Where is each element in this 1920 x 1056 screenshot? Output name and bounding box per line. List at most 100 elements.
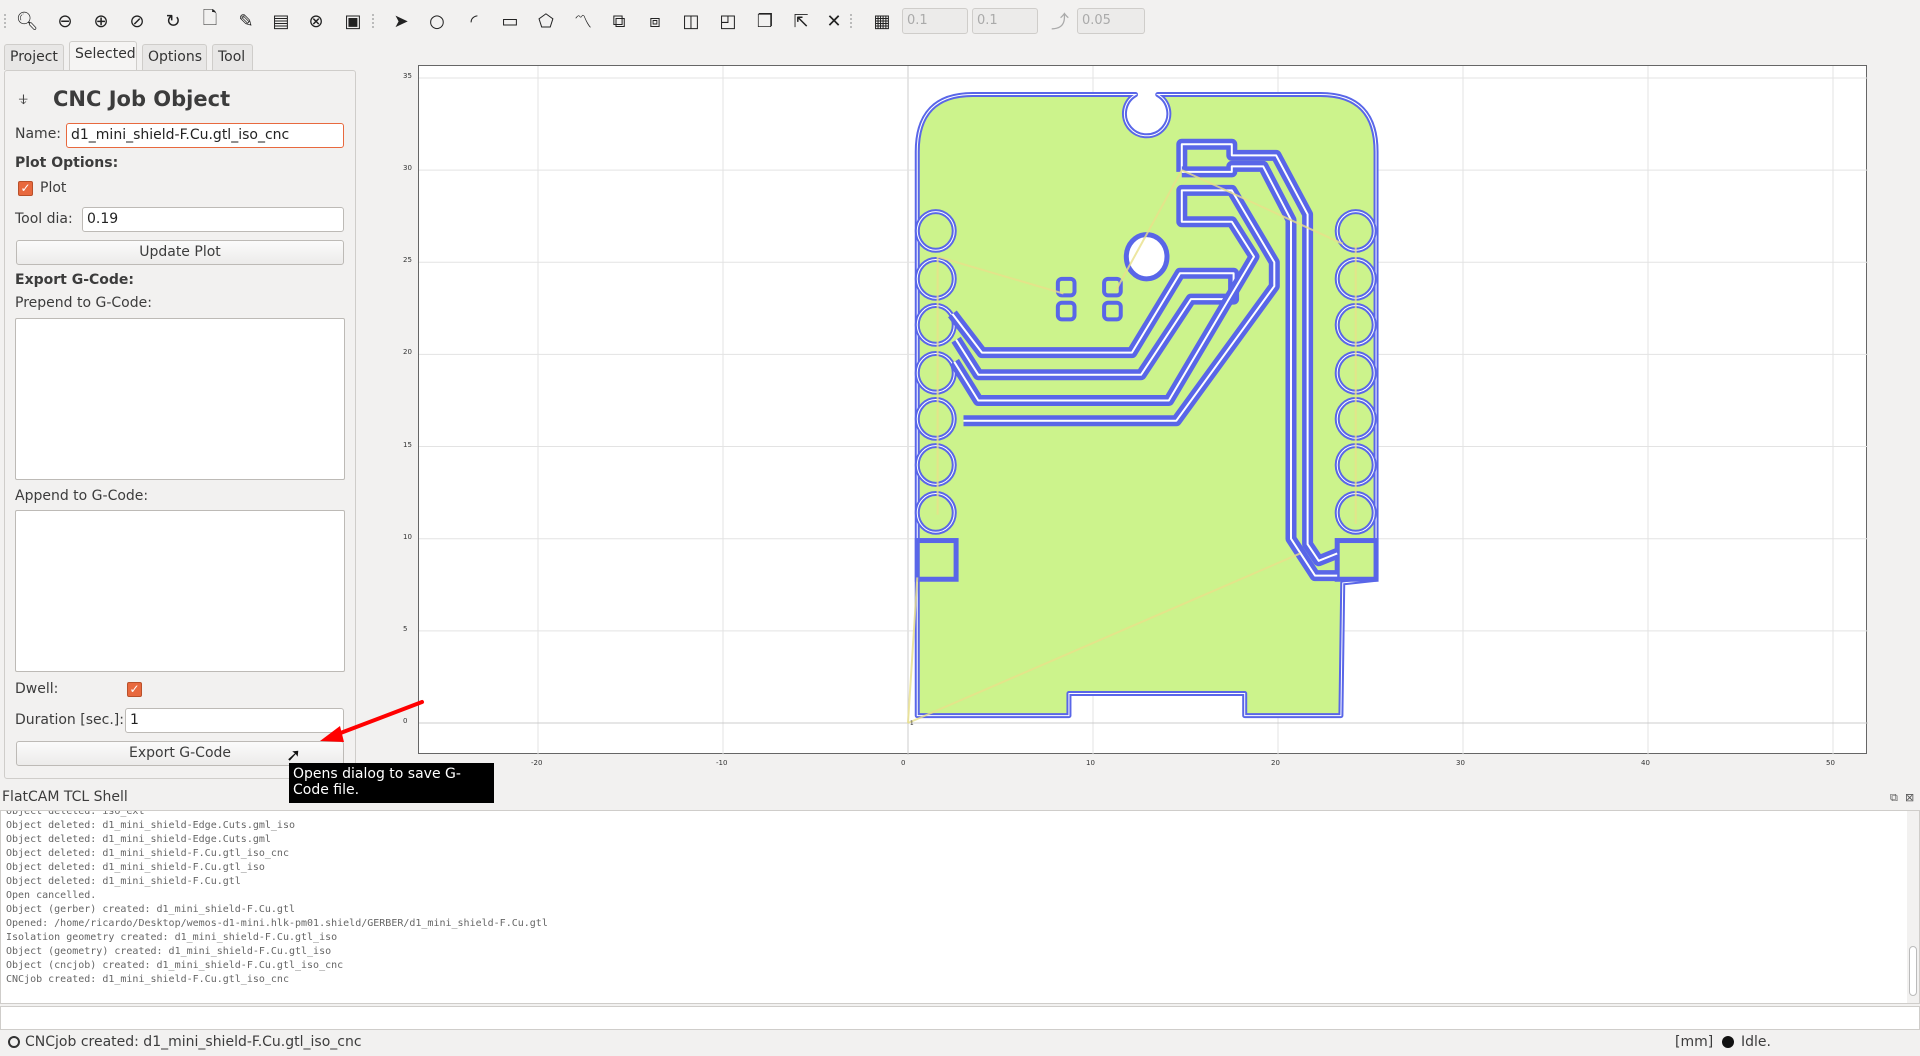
shell-line: Open cancelled.: [6, 890, 97, 901]
duration-label: Duration [sec.]:: [15, 712, 124, 728]
y-tick-label: 35: [403, 71, 412, 80]
x-tick-label: 40: [1641, 759, 1650, 767]
new-geometry-icon[interactable]: 🗋: [197, 8, 223, 34]
shell-line: CNCjob created: d1_mini_shield-F.Cu.gtl_…: [6, 974, 289, 985]
grid-x-input[interactable]: 0.1: [902, 8, 968, 34]
shell-line: Object deleted: d1_mini_shield-Edge.Cuts…: [6, 820, 295, 831]
zoom-out-icon[interactable]: ⊖: [52, 8, 78, 34]
cnc-drill-icon: ⍖: [17, 87, 31, 112]
origin-point-label: 1: [910, 720, 914, 727]
prepend-textarea[interactable]: [15, 318, 345, 480]
tab-project[interactable]: Project: [4, 44, 64, 70]
copy-icon[interactable]: ❐: [752, 8, 778, 34]
y-tick-label: 10: [403, 532, 412, 541]
x-tick-label: 20: [1271, 759, 1280, 767]
shell-icon[interactable]: ▣: [340, 8, 366, 34]
clear-plot-icon[interactable]: ⊘: [124, 8, 150, 34]
red-arrow-annotation: [320, 700, 424, 742]
polygon-icon[interactable]: ⬠: [533, 8, 559, 34]
toolbar: 🔍︎ ⊖ ⊕ ⊘ ↻ 🗋 ✎ ▤ ⊗ ▣ ➤ ○ ◜ ▭ ⬠ 〽 ⧉ ⧈ ◫ ◰ ❐ ⇱ ✕ ▦ ⤴ 0.1 0.1 0.05: [0, 0, 1920, 40]
shell-line: Object deleted: d1_mini_shield-F.Cu.gtl: [6, 876, 241, 887]
edit-geometry-icon[interactable]: ✎: [233, 8, 259, 34]
replot-icon[interactable]: ↻: [160, 8, 186, 34]
grid-y-input[interactable]: 0.1: [972, 8, 1038, 34]
panel-title: CNC Job Object: [53, 87, 231, 111]
x-tick-label: 10: [1086, 759, 1095, 767]
status-bar: CNCjob created: d1_mini_shield-F.Cu.gtl_…: [0, 1032, 1920, 1056]
y-tick-label: 30: [403, 164, 412, 173]
toolbar-separator: [4, 14, 7, 28]
x-tick-label: 0: [901, 759, 906, 767]
shell-title: FlatCAM TCL Shell: [2, 789, 128, 805]
subtract-icon[interactable]: ◫: [678, 8, 704, 34]
y-tick-label: 15: [403, 440, 412, 449]
path-icon[interactable]: 〽: [570, 8, 596, 34]
snap-max-icon[interactable]: ⤴: [1047, 8, 1073, 34]
shell-close-icon[interactable]: ⊠: [1905, 791, 1914, 804]
shell-line: Object (gerber) created: d1_mini_shield-…: [6, 904, 295, 915]
rectangle-icon[interactable]: ▭: [497, 8, 523, 34]
plot-svg: 1: [419, 66, 1868, 755]
shell-line: Object deleted: d1_mini_shield-Edge.Cuts…: [6, 834, 271, 845]
toolbar-separator: [850, 14, 853, 28]
tab-tool[interactable]: Tool: [212, 44, 253, 70]
shell-line: Isolation geometry created: d1_mini_shie…: [6, 932, 338, 943]
cnc-job-panel: ⍖ CNC Job Object Name: d1_mini_shield-F.…: [4, 70, 356, 779]
y-tick-label: 25: [403, 256, 412, 265]
toolbar-separator: [372, 14, 375, 28]
shell-line: Object deleted: d1_mini_shield-F.Cu.gtl_…: [6, 862, 265, 873]
tooltip: Opens dialog to save G-Code file.: [289, 763, 494, 803]
plot-label: Plot: [40, 180, 67, 196]
status-message: CNCjob created: d1_mini_shield-F.Cu.gtl_…: [25, 1034, 362, 1050]
zoom-in-icon[interactable]: ⊕: [88, 8, 114, 34]
shell-line: Object (geometry) created: d1_mini_shiel…: [6, 946, 332, 957]
select-icon[interactable]: ➤: [388, 8, 414, 34]
mounting-hole: [1123, 232, 1170, 282]
activity-icon: [1722, 1036, 1734, 1048]
prepend-label: Prepend to G-Code:: [15, 295, 152, 311]
square-pad: [1334, 538, 1379, 582]
tab-selected[interactable]: Selected: [69, 41, 137, 73]
dwell-label: Dwell:: [15, 681, 59, 697]
y-tick-label: 20: [403, 348, 412, 357]
shell-float-icon[interactable]: ⧉: [1890, 791, 1898, 805]
plot-canvas[interactable]: 1: [418, 65, 1868, 755]
x-tick-label: -20: [531, 759, 543, 767]
append-textarea[interactable]: [15, 510, 345, 672]
update-geometry-icon[interactable]: ▤: [268, 8, 294, 34]
delete-icon[interactable]: ⊗: [303, 8, 329, 34]
move-icon[interactable]: ⇱: [788, 8, 814, 34]
arc-icon[interactable]: ◜: [461, 8, 487, 34]
dwell-checkbox[interactable]: ✓: [127, 682, 142, 697]
shell-line: Object deleted: d1_mini_shield-F.Cu.gtl_…: [6, 848, 289, 859]
union-icon[interactable]: ⧉: [606, 8, 632, 34]
tab-options[interactable]: Options: [142, 44, 207, 70]
shell-input[interactable]: [0, 1006, 1920, 1030]
tool-dia-input[interactable]: 0.19: [82, 207, 344, 232]
grid-snap-icon[interactable]: ▦: [869, 8, 895, 34]
zoom-fit-icon[interactable]: 🔍︎: [14, 8, 40, 34]
intersection-icon[interactable]: ⧈: [642, 8, 668, 34]
name-input[interactable]: d1_mini_shield-F.Cu.gtl_iso_cnc: [66, 123, 344, 148]
plot-options-label: Plot Options:: [15, 155, 119, 171]
update-plot-button[interactable]: Update Plot: [16, 240, 344, 265]
x-tick-label: 50: [1826, 759, 1835, 767]
square-pad: [914, 538, 959, 582]
cut-path-icon[interactable]: ◰: [715, 8, 741, 34]
plot-checkbox[interactable]: ✓: [18, 181, 33, 196]
circle-icon[interactable]: ○: [424, 8, 450, 34]
name-label: Name:: [15, 126, 62, 142]
y-tick-label: 5: [403, 624, 408, 633]
snap-max-input[interactable]: 0.05: [1077, 8, 1145, 34]
shell-scrollbar[interactable]: [1907, 811, 1919, 1003]
shell-line: Opened: /home/ricardo/Desktop/wemos-d1-m…: [6, 918, 548, 929]
shell-line: Object (cncjob) created: d1_mini_shield-…: [6, 960, 344, 971]
tool-dia-label: Tool dia:: [15, 211, 73, 227]
x-tick-label: 30: [1456, 759, 1465, 767]
delete-shape-icon[interactable]: ✕: [821, 8, 847, 34]
append-label: Append to G-Code:: [15, 488, 149, 504]
export-gcode-label: Export G-Code:: [15, 272, 135, 288]
status-info-icon: [8, 1036, 20, 1048]
x-tick-label: -10: [716, 759, 728, 767]
shell-output: Object deleted: iso_ext Object deleted: d…: [0, 810, 1920, 1004]
